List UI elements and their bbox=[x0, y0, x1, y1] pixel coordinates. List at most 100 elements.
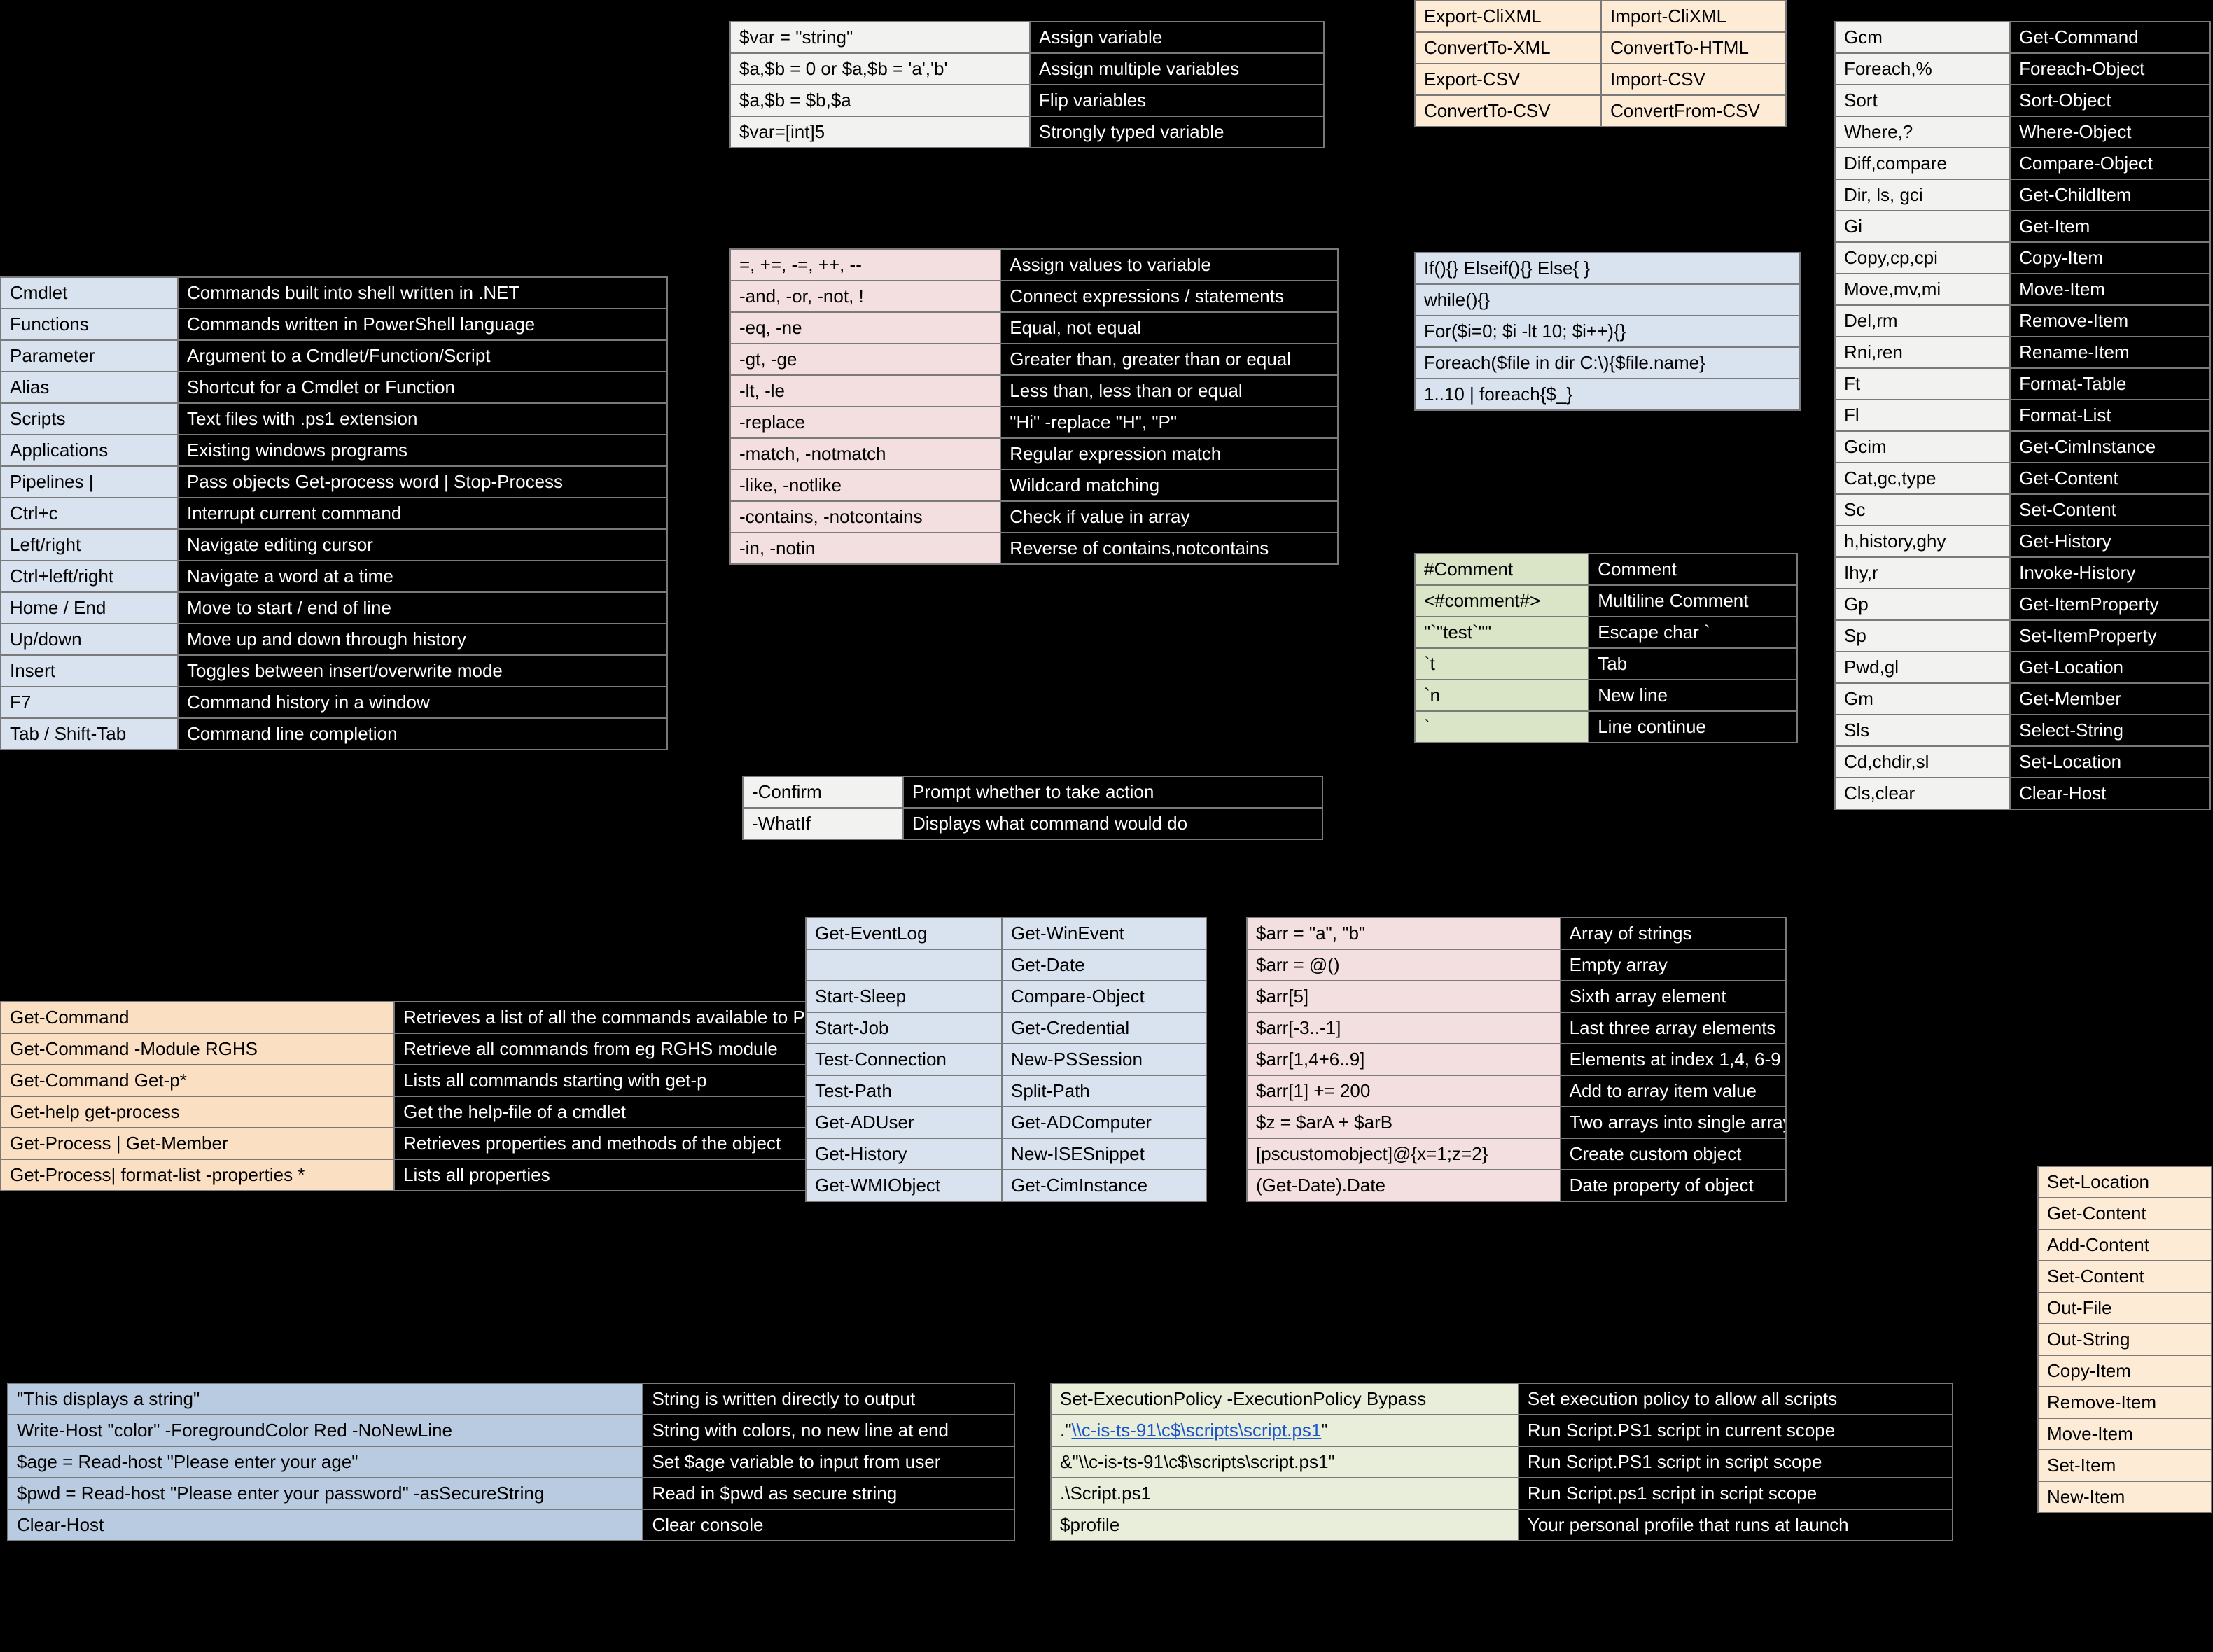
alias-right: Get-Command bbox=[2011, 22, 2209, 52]
output-table: "This displays a string"String is writte… bbox=[7, 1382, 1015, 1541]
cmdlist-cell: New-Item bbox=[2039, 1482, 2211, 1512]
concepts-left: Home / End bbox=[1, 593, 179, 623]
concepts-left: Applications bbox=[1, 435, 179, 465]
cmdlist-cell: Add-Content bbox=[2039, 1230, 2211, 1260]
cmds-left: Test-Path bbox=[807, 1076, 1003, 1106]
help-left: Get-Command Get-p* bbox=[1, 1065, 395, 1096]
cmds-left: Get-ADUser bbox=[807, 1107, 1003, 1138]
esc-right: Multiline Comment bbox=[1589, 586, 1796, 616]
vars-right: Flip variables bbox=[1031, 85, 1323, 115]
cmdlist-cell: Set-Content bbox=[2039, 1261, 2211, 1292]
scripts-right: Run Script.PS1 script in script scope bbox=[1519, 1447, 1952, 1477]
help-right: Lists all commands starting with get-p bbox=[395, 1065, 822, 1096]
alias-left: Rni,ren bbox=[1836, 337, 2011, 368]
cmds-right: New-PSSession bbox=[1003, 1044, 1206, 1074]
help-left: Get-help get-process bbox=[1, 1097, 395, 1127]
alias-left: Ft bbox=[1836, 369, 2011, 399]
ops-left: -in, -notin bbox=[731, 533, 1001, 564]
concepts-left: Cmdlet bbox=[1, 278, 179, 308]
flow-cell: 1..10 | foreach{$_} bbox=[1416, 379, 1799, 410]
help-left: Get-Process| format-list -properties * bbox=[1, 1160, 395, 1190]
alias-left: Foreach,% bbox=[1836, 54, 2011, 84]
flow-cell: while(){} bbox=[1416, 285, 1799, 315]
esc-left: #Comment bbox=[1416, 554, 1589, 584]
alias-right: Get-Location bbox=[2011, 652, 2209, 682]
cmdlist-cell: Copy-Item bbox=[2039, 1356, 2211, 1386]
alias-right: Get-ItemProperty bbox=[2011, 589, 2209, 620]
concepts-right: Existing windows programs bbox=[179, 435, 666, 465]
ops-right: Less than, less than or equal bbox=[1001, 376, 1337, 406]
cmds-right: Get-CimInstance bbox=[1003, 1170, 1206, 1200]
alias-left: Del,rm bbox=[1836, 306, 2011, 336]
vars-left: $var = "string" bbox=[731, 22, 1031, 52]
concepts-right: Navigate editing cursor bbox=[179, 530, 666, 560]
cmds-right: Get-WinEvent bbox=[1003, 918, 1206, 948]
concepts-left: F7 bbox=[1, 687, 179, 718]
concepts-left: Alias bbox=[1, 372, 179, 402]
concepts-right: Move to start / end of line bbox=[179, 593, 666, 623]
parameters-table: -ConfirmPrompt whether to take action-Wh… bbox=[742, 776, 1323, 840]
alias-left: Move,mv,mi bbox=[1836, 274, 2011, 304]
import-right: Import-CSV bbox=[1602, 64, 1785, 94]
scripts-right: Set execution policy to allow all script… bbox=[1519, 1384, 1952, 1414]
help-right: Retrieves a list of all the commands ava… bbox=[395, 1002, 822, 1032]
output-left: Write-Host "color" -ForegroundColor Red … bbox=[8, 1415, 643, 1446]
cmds-right: Get-Credential bbox=[1003, 1013, 1206, 1043]
alias-right: Get-Member bbox=[2011, 684, 2209, 714]
esc-right: Comment bbox=[1589, 554, 1796, 584]
vars-left: $a,$b = 0 or $a,$b = 'a','b' bbox=[731, 54, 1031, 84]
alias-left: Cls,clear bbox=[1836, 778, 2011, 808]
import-export-table: Export-CliXMLImport-CliXMLConvertTo-XMLC… bbox=[1414, 0, 1787, 127]
params-right: Prompt whether to take action bbox=[904, 777, 1322, 807]
params-left: -Confirm bbox=[744, 777, 904, 807]
scripts-table: Set-ExecutionPolicy -ExecutionPolicy Byp… bbox=[1050, 1382, 1953, 1541]
cmds-left: Test-Connection bbox=[807, 1044, 1003, 1074]
concepts-left: Pipelines | bbox=[1, 467, 179, 497]
alias-left: Gcm bbox=[1836, 22, 2011, 52]
arr-right: Create custom object bbox=[1561, 1139, 1785, 1169]
alias-right: Compare-Object bbox=[2011, 148, 2209, 178]
alias-left: Sls bbox=[1836, 715, 2011, 746]
cmds-right: Get-Date bbox=[1003, 950, 1206, 980]
esc-left: <#comment#> bbox=[1416, 586, 1589, 616]
esc-left: ` bbox=[1416, 712, 1589, 742]
alias-right: Get-CimInstance bbox=[2011, 432, 2209, 462]
cmdlist-cell: Out-File bbox=[2039, 1293, 2211, 1323]
arr-left: $arr = "a", "b" bbox=[1248, 918, 1561, 948]
arr-left: $z = $arA + $arB bbox=[1248, 1107, 1561, 1138]
comments-escape-table: #CommentComment<#comment#>Multiline Comm… bbox=[1414, 553, 1798, 743]
arr-right: Elements at index 1,4, 6-9 bbox=[1561, 1044, 1785, 1074]
import-right: ConvertTo-HTML bbox=[1602, 33, 1785, 63]
output-right: String is written directly to output bbox=[643, 1384, 1014, 1414]
scripts-left: $profile bbox=[1052, 1510, 1519, 1540]
concepts-left: Insert bbox=[1, 656, 179, 686]
concepts-right: Navigate a word at a time bbox=[179, 561, 666, 592]
concepts-right: Interrupt current command bbox=[179, 498, 666, 528]
arr-right: Empty array bbox=[1561, 950, 1785, 980]
concepts-right: Toggles between insert/overwrite mode bbox=[179, 656, 666, 686]
ops-right: Equal, not equal bbox=[1001, 313, 1337, 343]
alias-left: Sort bbox=[1836, 85, 2011, 115]
cmdlist-cell: Set-Location bbox=[2039, 1167, 2211, 1197]
cmdlet-list: Set-LocationGet-ContentAdd-ContentSet-Co… bbox=[2037, 1166, 2212, 1513]
arr-right: Add to array item value bbox=[1561, 1076, 1785, 1106]
help-right: Get the help-file of a cmdlet bbox=[395, 1097, 822, 1127]
params-right: Displays what command would do bbox=[904, 808, 1322, 839]
alias-right: Select-String bbox=[2011, 715, 2209, 746]
esc-left: `t bbox=[1416, 649, 1589, 679]
output-left: Clear-Host bbox=[8, 1510, 643, 1540]
concepts-left: Ctrl+left/right bbox=[1, 561, 179, 592]
import-right: Import-CliXML bbox=[1602, 1, 1785, 31]
output-right: Set $age variable to input from user bbox=[643, 1447, 1014, 1477]
output-right: Read in $pwd as secure string bbox=[643, 1478, 1014, 1508]
alias-left: Gp bbox=[1836, 589, 2011, 620]
flow-cell: For($i=0; $i -lt 10; $i++){} bbox=[1416, 316, 1799, 346]
ops-right: Regular expression match bbox=[1001, 439, 1337, 469]
cmdlist-cell: Get-Content bbox=[2039, 1198, 2211, 1228]
arr-left: [pscustomobject]@{x=1;z=2} bbox=[1248, 1139, 1561, 1169]
scripts-left: .\Script.ps1 bbox=[1052, 1478, 1519, 1508]
alias-left: Sp bbox=[1836, 621, 2011, 651]
scripts-left: &"\\c-is-ts-91\c$\scripts\script.ps1" bbox=[1052, 1447, 1519, 1477]
ops-right: Connect expressions / statements bbox=[1001, 281, 1337, 312]
arr-right: Last three array elements bbox=[1561, 1013, 1785, 1043]
